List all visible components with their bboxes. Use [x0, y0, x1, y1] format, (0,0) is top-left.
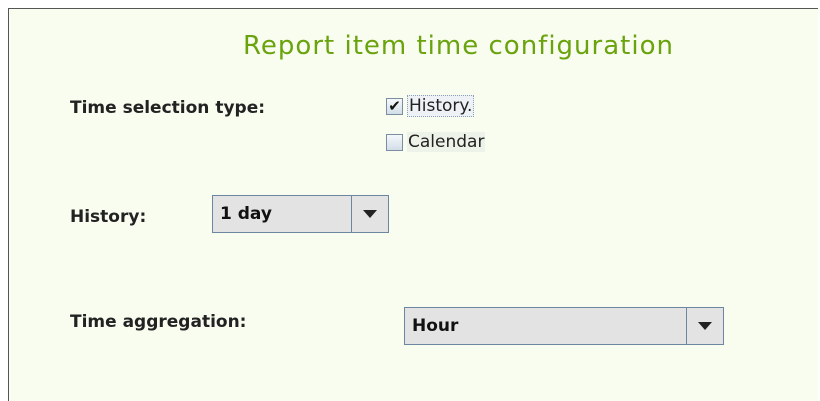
calendar-checkbox[interactable]	[386, 133, 403, 151]
history-dropdown[interactable]: 1 day	[212, 195, 389, 233]
chevron-down-icon	[698, 322, 712, 330]
history-label: History:	[70, 207, 147, 227]
time-aggregation-label: Time aggregation:	[70, 312, 247, 332]
config-panel: Report item time configuration Time sele…	[8, 8, 818, 401]
chevron-down-icon	[363, 210, 377, 218]
history-dropdown-button[interactable]	[351, 196, 388, 232]
history-dropdown-value: 1 day	[220, 204, 272, 224]
time-selection-type-label: Time selection type:	[70, 98, 266, 118]
panel-title: Report item time configuration	[243, 31, 674, 61]
calendar-option[interactable]: Calendar	[386, 132, 486, 152]
history-option-label: History.	[407, 95, 475, 117]
history-option[interactable]: ✔ History.	[386, 95, 475, 117]
time-aggregation-dropdown-value: Hour	[412, 316, 459, 336]
history-checkbox[interactable]: ✔	[386, 97, 403, 115]
time-aggregation-dropdown-button[interactable]	[686, 308, 723, 344]
time-aggregation-dropdown[interactable]: Hour	[404, 307, 724, 345]
calendar-option-label: Calendar	[407, 132, 486, 152]
